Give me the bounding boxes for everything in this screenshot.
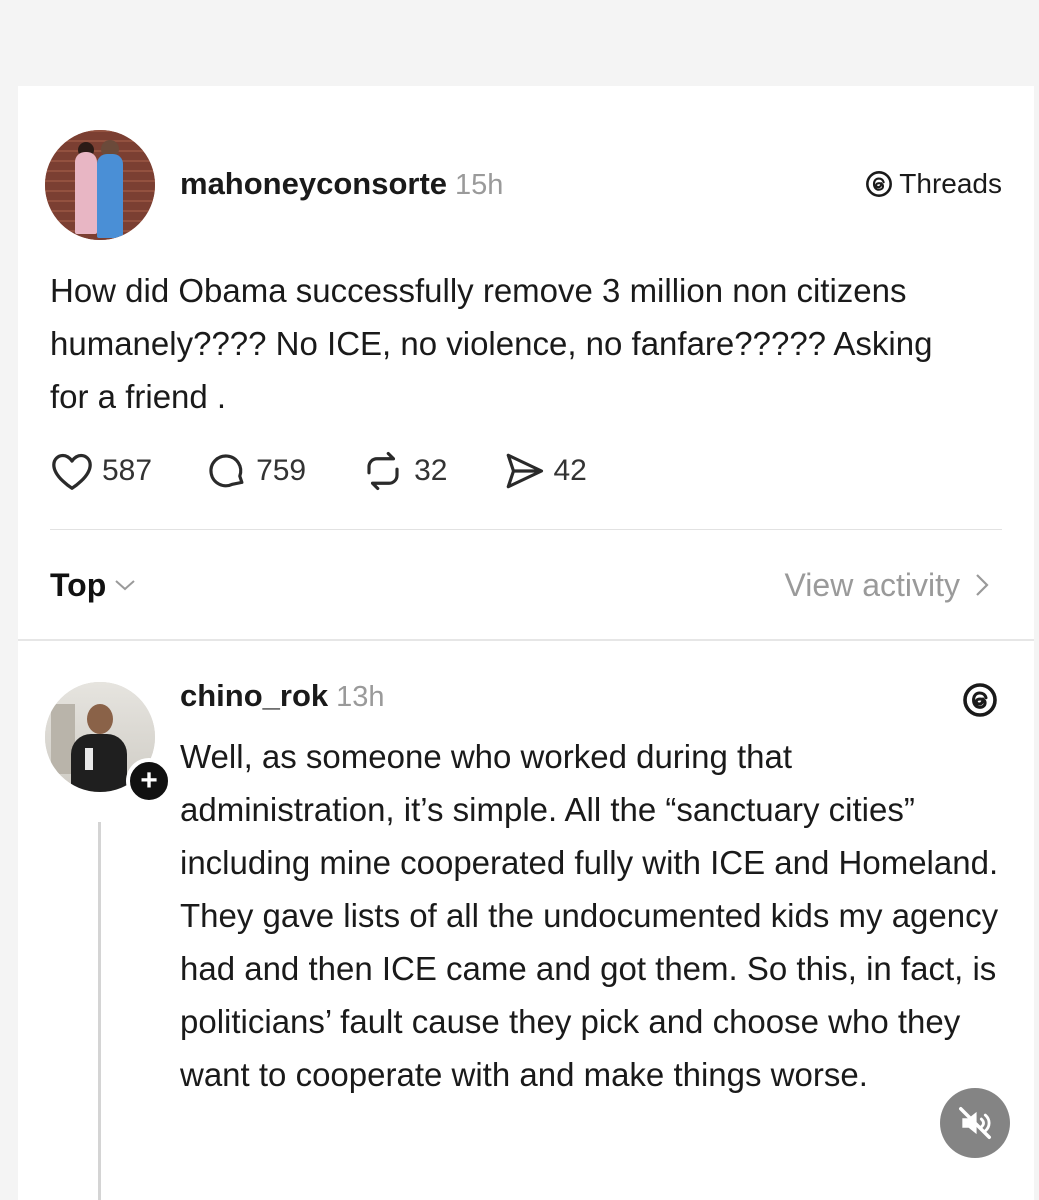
view-activity-text: View activity xyxy=(784,566,960,603)
action-divider xyxy=(50,529,1002,530)
threads-logo-icon[interactable] xyxy=(962,682,998,718)
comment-icon xyxy=(209,454,244,488)
reply-timestamp: 13h xyxy=(336,681,385,713)
post-author-avatar[interactable] xyxy=(45,130,155,240)
post-body-text: How did Obama successfully remove 3 mill… xyxy=(50,272,933,415)
chevron-right-icon xyxy=(976,574,989,596)
like-button[interactable]: 587 xyxy=(50,451,152,491)
like-count: 587 xyxy=(102,454,153,487)
reply-username-text[interactable]: chino_rok xyxy=(180,678,328,713)
repost-icon xyxy=(367,451,399,491)
sort-label-text: Top xyxy=(50,566,107,603)
heart-icon xyxy=(52,453,92,490)
post-author-username[interactable]: mahoneyconsorte 15h xyxy=(180,166,503,202)
share-icon xyxy=(506,453,543,489)
repost-count: 32 xyxy=(414,454,448,487)
mute-button[interactable] xyxy=(940,1088,1010,1158)
replies-sort-row: Top View activity xyxy=(50,560,990,610)
view-activity-link[interactable]: View activity xyxy=(785,567,990,604)
threads-screenshot-card: mahoneyconsorte 15h Threads How did Obama… xyxy=(18,86,1034,1200)
post-timestamp: 15h xyxy=(455,169,504,201)
chevron-down-icon xyxy=(115,580,135,591)
share-count: 42 xyxy=(553,454,587,487)
repost-button[interactable]: 32 xyxy=(360,450,448,492)
threads-logo-icon xyxy=(866,171,893,197)
comment-count: 759 xyxy=(256,454,307,487)
follow-plus-button[interactable]: + xyxy=(126,758,172,804)
reply-thread-line xyxy=(98,822,101,1200)
post-username-text[interactable]: mahoneyconsorte xyxy=(180,166,447,201)
comment-button[interactable]: 759 xyxy=(206,450,306,492)
sort-dropdown[interactable]: Top xyxy=(50,567,136,604)
threads-source-label: Threads xyxy=(899,168,1002,199)
section-divider xyxy=(18,639,1034,641)
threads-source-badge[interactable]: Threads xyxy=(865,168,1002,200)
speaker-muted-icon xyxy=(959,1107,991,1139)
reply-author-username[interactable]: chino_rok 13h xyxy=(180,678,385,714)
reply-body-text: Well, as someone who worked during that … xyxy=(180,738,999,1093)
share-button[interactable]: 42 xyxy=(502,450,587,492)
post-action-bar: 587 759 32 42 xyxy=(50,446,641,496)
